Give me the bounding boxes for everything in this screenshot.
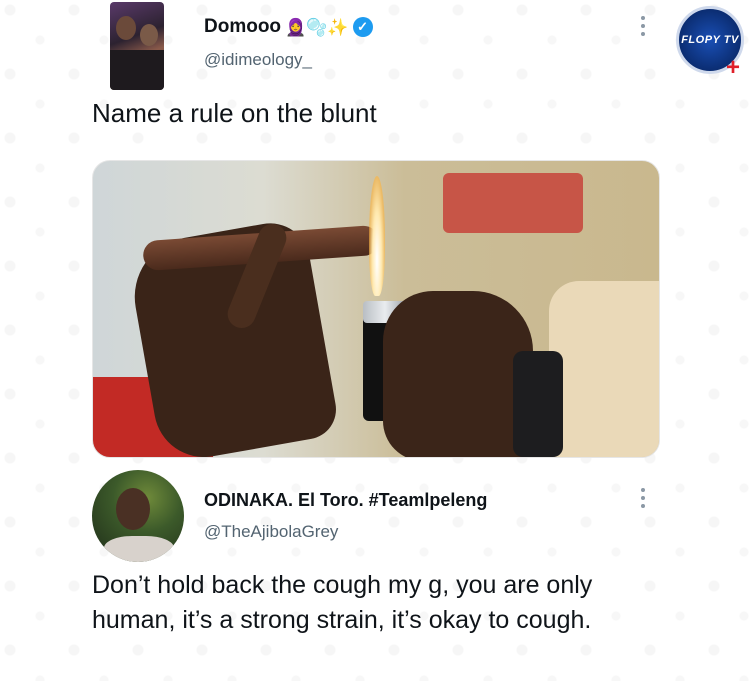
more-options-icon[interactable] bbox=[640, 16, 646, 36]
display-name[interactable]: ODINAKA. El Toro. #Teamlpeleng bbox=[204, 490, 487, 511]
more-options-icon[interactable] bbox=[640, 488, 646, 508]
avatar[interactable] bbox=[110, 2, 164, 90]
tweet-media-image[interactable] bbox=[92, 160, 660, 458]
display-name[interactable]: Domooo bbox=[204, 16, 281, 38]
name-emojis: 🧕🫧✨ bbox=[285, 17, 349, 37]
author-row: Domooo 🧕🫧✨ ✓ bbox=[204, 16, 373, 38]
user-handle[interactable]: @TheAjibolaGrey bbox=[204, 522, 338, 542]
avatar[interactable] bbox=[92, 470, 184, 562]
tweet-text: Don’t hold back the cough my g, you are … bbox=[92, 571, 593, 634]
tweet-text: Name a rule on the blunt bbox=[92, 98, 377, 128]
user-handle[interactable]: @idimeology_ bbox=[204, 50, 312, 70]
tweet-reply: ODINAKA. El Toro. #Teamlpeleng @TheAjibo… bbox=[0, 460, 750, 681]
verified-badge-icon: ✓ bbox=[352, 17, 373, 37]
author-row: ODINAKA. El Toro. #Teamlpeleng bbox=[204, 490, 487, 511]
tweet-original: Domooo 🧕🫧✨ ✓ @idimeology_ Name a rule on… bbox=[0, 0, 750, 460]
